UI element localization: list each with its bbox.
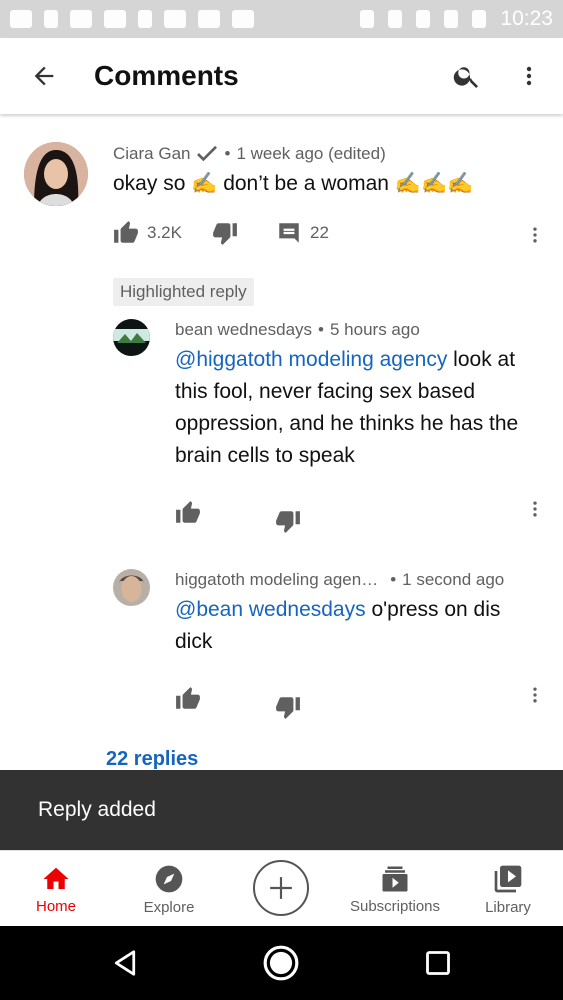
page-title: Comments: [94, 60, 239, 91]
nav-library[interactable]: Library: [470, 851, 546, 927]
circle-home-icon: [263, 945, 299, 981]
comment-time: 1 week ago (edited): [236, 144, 386, 163]
youtube-icon: [198, 10, 220, 28]
system-back-button[interactable]: [105, 943, 145, 983]
reply-actions: [175, 492, 301, 534]
nav-label: Explore: [143, 898, 195, 916]
more-vertical-icon: [533, 501, 537, 517]
warning-icon: [70, 10, 92, 28]
comment-text: okay so ✍️ don’t be a woman ✍️✍️✍️: [113, 172, 474, 195]
snackbar: Reply added: [0, 770, 563, 850]
youtube-icon: [232, 10, 254, 28]
reply-menu-button[interactable]: [523, 494, 547, 524]
nav-subscriptions[interactable]: Subscriptions: [340, 851, 450, 927]
mention-link[interactable]: @bean wednesdays: [175, 598, 366, 621]
create-button[interactable]: [253, 860, 309, 916]
separator: •: [224, 144, 231, 163]
reply-text: @higgatoth modeling agency look at this …: [175, 344, 535, 472]
message-icon: [10, 10, 32, 28]
reply-time: 5 hours ago: [330, 320, 420, 339]
separator: •: [318, 320, 324, 339]
system-recents-button[interactable]: [418, 943, 458, 983]
alarm-icon: [388, 10, 403, 28]
mention-link[interactable]: @higgatoth modeling agency: [175, 348, 447, 371]
plus-icon: [270, 877, 292, 899]
more-vertical-icon: [533, 227, 537, 243]
like-count: 3.2K: [147, 223, 182, 242]
highlighted-reply-badge: Highlighted reply: [113, 278, 254, 306]
avatar[interactable]: [24, 142, 88, 206]
app-bar: Comments: [0, 38, 563, 114]
bottom-navigation: Home Explore Subscriptions Library: [0, 850, 563, 926]
reply-text: @bean wednesdays o'press on dis dick: [175, 594, 535, 658]
reply-actions: [175, 678, 301, 720]
more-options-button[interactable]: [505, 52, 553, 100]
reply-meta: bean wednesdays • 5 hours ago: [175, 320, 420, 340]
clock: 10:23: [500, 7, 553, 30]
back-button[interactable]: [14, 46, 74, 106]
avatar[interactable]: [113, 569, 150, 606]
download-icon: [138, 10, 152, 28]
chat-icon: [104, 10, 126, 28]
reply-time: 1 second ago: [402, 570, 505, 589]
comment-actions: 3.2K 22: [113, 220, 329, 246]
dislike-button[interactable]: [275, 694, 301, 720]
library-icon: [494, 865, 522, 892]
snackbar-message: Reply added: [38, 798, 156, 821]
battery-icon: [472, 10, 487, 28]
reply-comment-icon[interactable]: [276, 220, 302, 246]
search-icon: [453, 67, 478, 88]
bluetooth-icon: [360, 10, 375, 28]
search-button[interactable]: [443, 52, 491, 100]
more-vertical-icon: [533, 687, 537, 703]
alert-icon: [44, 10, 58, 28]
dislike-button[interactable]: [212, 220, 238, 246]
reply-count: 22: [309, 223, 329, 242]
nav-explore[interactable]: Explore: [128, 851, 210, 927]
more-vertical-icon: [526, 66, 532, 86]
comments-list: Ciara Gan • 1 week ago (edited) okay so …: [0, 114, 563, 770]
system-navigation-bar: [0, 926, 563, 1000]
nav-label: Subscriptions: [349, 897, 441, 915]
nav-label: Home: [35, 897, 76, 915]
comment-meta: Ciara Gan • 1 week ago (edited): [113, 144, 386, 164]
subscriptions-icon: [382, 866, 408, 891]
youtube-icon: [164, 10, 186, 28]
view-replies-link[interactable]: 22 replies: [106, 748, 198, 770]
status-bar: 10:23: [0, 0, 563, 38]
avatar[interactable]: [113, 319, 150, 356]
home-icon: [43, 867, 69, 889]
separator: •: [390, 570, 397, 589]
check-icon: [197, 145, 218, 162]
reply-author[interactable]: bean wednesdays: [175, 320, 312, 340]
system-home-button[interactable]: [261, 943, 301, 983]
square-recents-icon: [426, 951, 450, 975]
reply-menu-button[interactable]: [523, 680, 547, 710]
like-button[interactable]: [113, 220, 139, 246]
like-button[interactable]: [175, 686, 201, 712]
triangle-back-icon: [114, 950, 136, 976]
compass-icon: [155, 865, 183, 892]
reply-author[interactable]: higgatoth modeling agen…: [175, 570, 378, 590]
comment-menu-button[interactable]: [523, 220, 547, 250]
dislike-button[interactable]: [275, 508, 301, 534]
arrow-left-icon: [34, 66, 54, 86]
nav-home[interactable]: Home: [18, 851, 94, 927]
reply-meta: higgatoth modeling agen… • 1 second ago: [175, 570, 504, 590]
wifi-icon: [416, 10, 431, 28]
signal-icon: [444, 10, 459, 28]
comment-author[interactable]: Ciara Gan: [113, 144, 190, 164]
like-button[interactable]: [175, 500, 201, 526]
nav-label: Library: [485, 898, 531, 916]
